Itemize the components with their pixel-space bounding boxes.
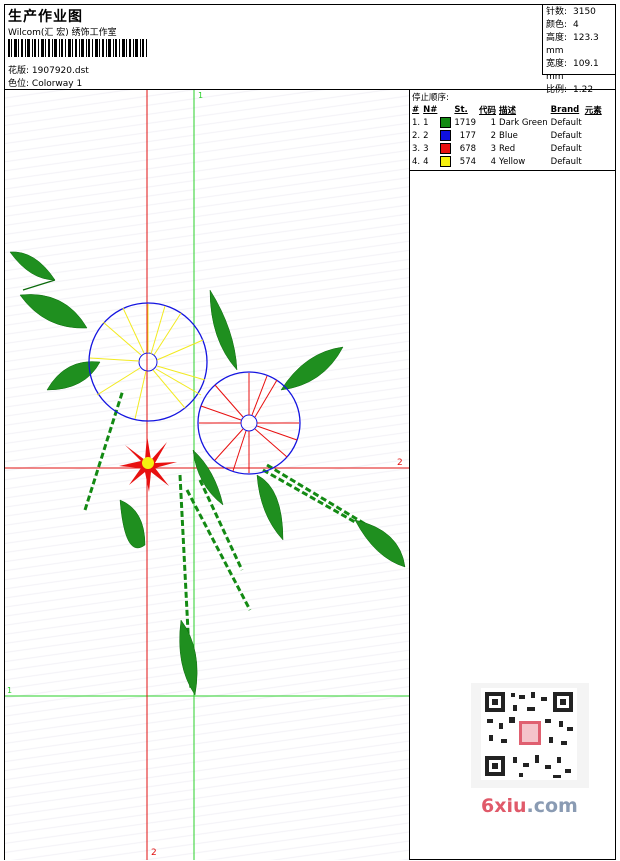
color-swatch	[440, 117, 452, 128]
colorway-value: Colorway 1	[31, 79, 83, 89]
table-row: 2. 2 177 2 Blue Default	[412, 130, 582, 141]
color-swatch	[440, 130, 452, 141]
stat-height: 高度: 123.3 mm	[546, 33, 599, 56]
colorway-label: 色位:	[8, 79, 30, 89]
company-name: Wilcom(汇 宏) 绣饰工作室	[8, 28, 117, 38]
embroidery-design	[5, 90, 409, 860]
color-table-header: # N# St. 代码 描述 Brand 元素	[412, 104, 602, 116]
stat-width: 宽度: 109.1 mm	[546, 59, 599, 82]
guide-label-red-bottom: 2	[151, 848, 157, 858]
stop-sequence-panel: 停止顺序: # N# St. 代码 描述 Brand 元素 1. 1 1719 1 …	[410, 90, 615, 171]
guide-label-green-top: 1	[198, 91, 204, 100]
stop-sequence-title: 停止顺序:	[412, 93, 449, 103]
table-row: 3. 3 678 3 Red Default	[412, 143, 582, 154]
design-line: 花版: 1907920.dst	[8, 63, 89, 76]
guide-label-green-left: 1	[7, 686, 13, 695]
stat-stitches: 针数: 3150	[546, 7, 596, 17]
color-swatch	[440, 143, 452, 154]
sheet-title: 生产作业图	[8, 9, 83, 25]
color-swatch	[440, 156, 452, 167]
design-canvas: 1 2 1 2	[5, 90, 410, 860]
stat-colors: 颜色: 4	[546, 20, 579, 30]
design-file: 1907920.dst	[31, 66, 89, 76]
qr-code-icon	[471, 683, 589, 788]
production-sheet: 生产作业图 Wilcom(汇 宏) 绣饰工作室 花版: 1907920.dst …	[4, 4, 616, 860]
watermark-brand: 6xiu.com	[481, 795, 578, 817]
guide-label-red-right: 2	[397, 458, 403, 468]
color-table: # N# St. 代码 描述 Brand 元素 1. 1 1719 1 Dark G…	[412, 103, 605, 168]
stats-box: 针数: 3150 颜色: 4 高度: 123.3 mm 宽度: 109.1 mm 比例:…	[542, 5, 615, 95]
sheet-header: 生产作业图 Wilcom(汇 宏) 绣饰工作室 花版: 1907920.dst …	[5, 5, 615, 95]
design-label: 花版:	[8, 66, 30, 76]
barcode-icon	[8, 39, 147, 57]
colorway-line: 色位: Colorway 1	[8, 76, 82, 89]
table-row: 1. 1 1719 1 Dark Green Default	[412, 117, 582, 128]
table-row: 4. 4 574 4 Yellow Default	[412, 156, 582, 167]
